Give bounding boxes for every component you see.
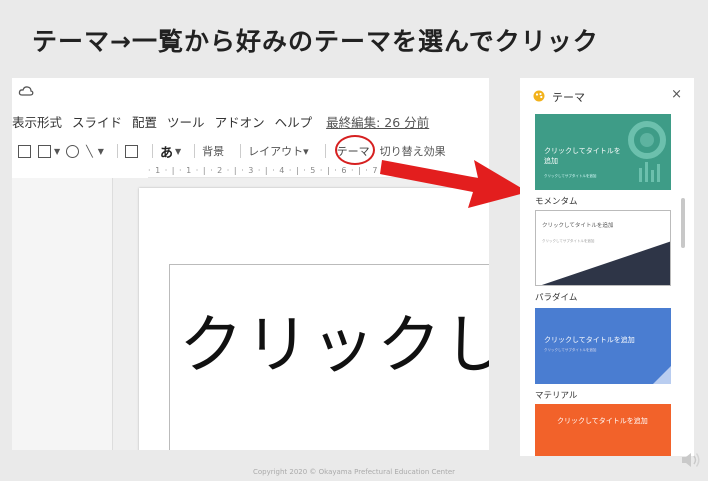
input-tools-button[interactable]: あ <box>160 142 173 161</box>
slide-title: テーマ→一覧から好みのテーマを選んでクリック <box>32 27 599 56</box>
theme-name: パラダイム <box>535 293 578 303</box>
speaker-icon[interactable] <box>680 450 702 470</box>
line-icon[interactable]: ╲ <box>86 145 93 158</box>
chevron-down-icon[interactable]: ▼ <box>175 147 181 156</box>
menu-item-tools[interactable]: ツール <box>167 115 205 130</box>
menu-item-arrange[interactable]: 配置 <box>132 115 157 130</box>
toolbar-divider <box>116 144 118 158</box>
copyright-footer: Copyright 2020 © Okayama Prefectural Edu… <box>252 468 456 476</box>
thumbnail-decoration <box>653 366 671 384</box>
chevron-down-icon[interactable]: ▼ <box>54 147 60 156</box>
menu-item-format[interactable]: 表示形式 <box>12 115 62 130</box>
theme-panel: テーマ × クリックしてタイトルを追加 クリックしてサブタイトルを追加 モメンタ… <box>520 78 694 456</box>
theme-name: マテリアル <box>535 391 578 401</box>
filmstrip[interactable] <box>12 178 113 450</box>
panel-scrollbar[interactable] <box>681 198 685 248</box>
toolbar-divider <box>151 144 153 158</box>
slide-canvas[interactable]: クリックし <box>113 178 489 450</box>
menu-item-slide[interactable]: スライド <box>72 115 122 130</box>
toolbar-divider <box>240 144 242 158</box>
theme-thumbnail[interactable]: クリックしてタイトルを追加 クリックしてサブタイトルを追加 <box>535 210 671 286</box>
last-edit-link[interactable]: 最終編集: 26 分前 <box>326 115 429 130</box>
textbox-icon[interactable] <box>18 144 31 158</box>
close-icon[interactable]: × <box>671 87 682 102</box>
thumbnail-subtitle: クリックしてサブタイトルを追加 <box>544 174 597 178</box>
theme-name: モメンタム <box>535 197 578 207</box>
placeholder-text: クリックし <box>179 309 489 383</box>
thumbnail-title: クリックしてタイトルを追加 <box>544 336 635 344</box>
theme-option-paradigm[interactable]: クリックしてタイトルを追加 クリックしてサブタイトルを追加 パラダイム <box>535 210 671 303</box>
thumbnail-subtitle: クリックしてサブタイトルを追加 <box>542 239 595 243</box>
chevron-down-icon[interactable]: ▼ <box>98 147 104 156</box>
thumbnail-title: クリックしてタイトルを追加 <box>544 147 621 165</box>
layout-button[interactable]: レイアウト▾ <box>248 143 309 159</box>
shape-icon[interactable] <box>66 144 80 158</box>
background-button[interactable]: 背景 <box>202 143 224 159</box>
pointer-arrow <box>380 160 528 208</box>
theme-thumbnail[interactable]: クリックしてタイトルを追加 クリックしてサブタイトルを追加 <box>535 114 671 190</box>
image-icon[interactable] <box>38 144 51 158</box>
theme-thumbnail[interactable]: クリックしてタイトルを追加 <box>535 404 671 456</box>
comment-icon[interactable] <box>124 144 138 158</box>
cloud-icon <box>18 86 34 96</box>
menu-item-addons[interactable]: アドオン <box>215 115 265 130</box>
theme-panel-title: テーマ <box>552 91 585 104</box>
thumbnail-subtitle: クリックしてサブタイトルを追加 <box>544 348 597 352</box>
theme-panel-header: テーマ × <box>520 78 694 114</box>
theme-thumbnail[interactable]: クリックしてタイトルを追加 クリックしてサブタイトルを追加 <box>535 308 671 384</box>
toolbar-divider <box>194 144 196 158</box>
toolbar-divider <box>324 144 326 158</box>
thumbnail-title: クリックしてタイトルを追加 <box>557 417 648 425</box>
theme-highlight-circle <box>335 135 375 165</box>
palette-icon <box>533 90 545 102</box>
theme-option-4[interactable]: クリックしてタイトルを追加 <box>535 404 671 456</box>
menu-bar: 表示形式 スライド 配置 ツール アドオン ヘルプ 最終編集: 26 分前 <box>12 112 439 134</box>
thumbnail-title: クリックしてタイトルを追加 <box>542 223 614 229</box>
theme-option-momentum[interactable]: クリックしてタイトルを追加 クリックしてサブタイトルを追加 モメンタム <box>535 114 671 207</box>
theme-option-material[interactable]: クリックしてタイトルを追加 クリックしてサブタイトルを追加 マテリアル <box>535 308 671 401</box>
menu-item-help[interactable]: ヘルプ <box>275 115 313 130</box>
editor-screenshot: 表示形式 スライド 配置 ツール アドオン ヘルプ 最終編集: 26 分前 ▼ ╲ ▼ あ ▼ … <box>12 78 489 450</box>
